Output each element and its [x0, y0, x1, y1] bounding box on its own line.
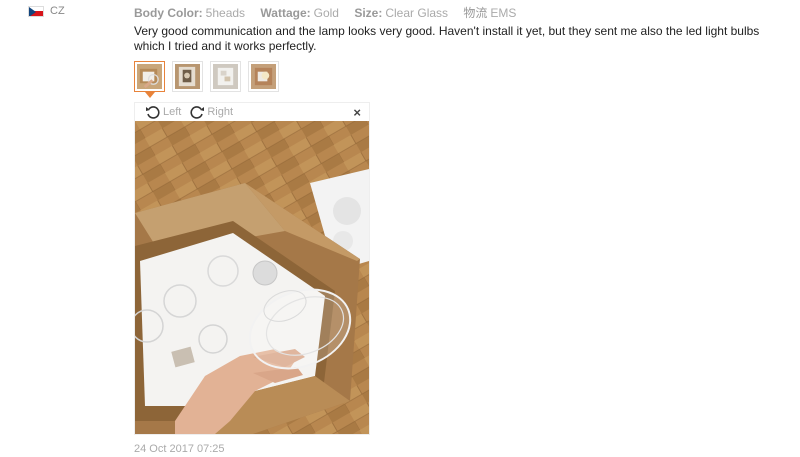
- box-photo-thumbnail: [137, 64, 162, 89]
- thumbnail-3[interactable]: [210, 61, 241, 92]
- package-photo-thumbnail: [213, 64, 238, 89]
- property-key: Size:: [354, 6, 383, 20]
- property-key: Body Color:: [134, 6, 203, 20]
- reviewer-country: CZ: [28, 5, 65, 17]
- property-value: 5heads: [205, 6, 246, 20]
- close-icon[interactable]: ×: [353, 105, 361, 120]
- review-date: 24 Oct 2017 07:25: [134, 443, 225, 455]
- review-thumbnails: [134, 61, 286, 92]
- review-text: Very good communication and the lamp loo…: [134, 24, 760, 53]
- czech-flag-icon: [28, 5, 44, 17]
- thumbnail-4[interactable]: [248, 61, 279, 92]
- review-photo: [135, 121, 369, 434]
- country-code: CZ: [50, 5, 65, 17]
- property-value: Clear Glass: [385, 6, 449, 20]
- product-properties: Body Color: 5heads Wattage: Gold Size: Clea…: [134, 4, 528, 21]
- property-key: Wattage:: [260, 6, 311, 20]
- rotate-right-label: Right: [207, 106, 234, 118]
- rotate-left-icon: [146, 106, 160, 119]
- rotate-left-label: Left: [163, 106, 182, 118]
- image-viewer: Left Right ×: [134, 102, 370, 435]
- lamp-photo-thumbnail: [175, 64, 200, 89]
- rotate-right-icon: [190, 106, 205, 119]
- rotate-left-button[interactable]: Left: [145, 105, 181, 119]
- thumbnail-1[interactable]: [134, 61, 165, 92]
- property-key: 物流: [463, 6, 488, 20]
- photo-box-with-glass-shades: [135, 121, 369, 434]
- thumbnail-2[interactable]: [172, 61, 203, 92]
- property-value: Gold: [313, 6, 339, 20]
- rotate-right-button[interactable]: Right: [189, 105, 233, 119]
- viewer-toolbar: Left Right ×: [135, 103, 369, 121]
- bulb-photo-thumbnail: [251, 64, 276, 89]
- property-value: EMS: [490, 6, 517, 20]
- active-thumbnail-pointer: [145, 92, 155, 98]
